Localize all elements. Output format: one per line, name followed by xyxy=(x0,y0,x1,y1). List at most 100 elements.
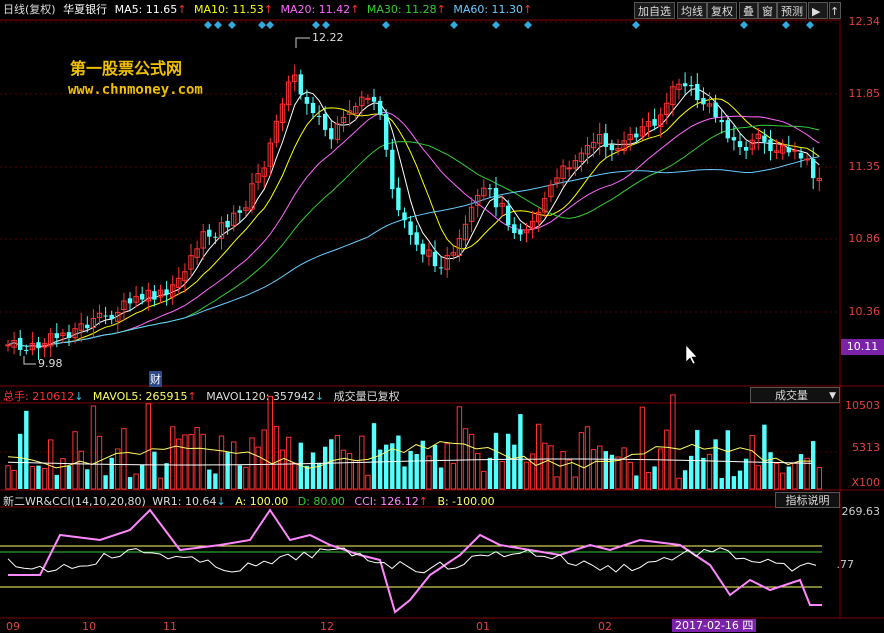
b-label: B: -100.00 xyxy=(437,495,495,508)
volume-unit: X100 xyxy=(851,476,880,489)
volume-bar xyxy=(225,452,230,489)
volume-adjusted-note: 成交量已复权 xyxy=(333,390,400,403)
candle-body xyxy=(811,158,816,179)
candle-body xyxy=(695,83,700,100)
volume-bar xyxy=(560,451,566,490)
current-price-badge: 10.11 xyxy=(841,339,884,355)
indicator-name[interactable]: 新二WR&CCI(14,10,20,80) xyxy=(3,495,146,508)
x-axis-label: 12 xyxy=(320,620,334,633)
candle-body xyxy=(743,147,749,151)
volume-bar xyxy=(72,431,78,490)
volume-bars xyxy=(5,394,822,490)
volume-bar xyxy=(188,433,194,490)
mavol5-arrow-icon: ↑ xyxy=(187,390,197,403)
volume-bar xyxy=(676,477,682,490)
volume-bar xyxy=(755,465,761,490)
volume-bar xyxy=(786,466,791,489)
candle-body xyxy=(127,298,133,304)
ma-line xyxy=(7,156,820,347)
candle-body xyxy=(609,144,615,151)
dropdown-arrow-icon: ▼ xyxy=(829,391,836,401)
candle-body xyxy=(725,120,730,139)
volume-bar xyxy=(85,469,90,489)
candle-body xyxy=(701,98,706,105)
candle-body xyxy=(384,113,389,150)
candle-body xyxy=(408,221,413,235)
candle-body xyxy=(316,115,322,117)
price-tick: 12.34 xyxy=(848,15,881,28)
volume-bar xyxy=(493,432,499,489)
volume-bar xyxy=(590,449,597,490)
price-tick: 11.85 xyxy=(848,87,881,100)
volume-bar xyxy=(365,474,371,490)
volume-bar xyxy=(816,467,822,490)
candle-body xyxy=(152,291,157,300)
low-marker-line xyxy=(23,356,36,365)
volume-bar xyxy=(706,453,713,490)
indicator-header: 新二WR&CCI(14,10,20,80) WR1: 10.64↓ A: 100… xyxy=(3,493,501,509)
volume-bar xyxy=(578,432,585,490)
high-price-label: 12.22 xyxy=(312,31,344,44)
cci-line xyxy=(8,508,822,614)
volume-bar xyxy=(329,439,334,489)
x-axis-label: 09 xyxy=(6,620,20,633)
candle-body xyxy=(603,133,608,147)
candle-body xyxy=(731,137,737,141)
indicator-help-button[interactable]: 指标说明 xyxy=(775,492,840,508)
signal-diamond-icon xyxy=(632,21,640,29)
volume-bar xyxy=(762,424,767,489)
volume-bar xyxy=(468,433,475,490)
candle-body xyxy=(66,332,72,338)
candle-body xyxy=(18,337,23,350)
a-label: A: 100.00 xyxy=(235,495,289,508)
signal-diamond-icon xyxy=(266,21,274,29)
signal-diamond-icon xyxy=(492,21,500,29)
kline-chart[interactable] xyxy=(0,0,884,632)
volume-bar xyxy=(152,451,157,489)
x-axis-label: 01 xyxy=(476,620,490,633)
volume-bar xyxy=(597,445,603,490)
candle-body xyxy=(438,267,444,269)
volume-bar xyxy=(371,423,377,489)
volume-bar xyxy=(48,439,54,490)
mavol120-arrow-icon: ↓ xyxy=(314,390,325,403)
candle-body xyxy=(682,83,688,87)
volume-bar xyxy=(487,457,493,489)
volume-bar xyxy=(402,466,407,489)
volume-bar xyxy=(542,442,548,490)
volume-bar xyxy=(334,434,341,490)
candle-body xyxy=(487,188,493,190)
mavol120-label: MAVOL120: 357942 xyxy=(206,390,315,403)
price-tick: 10.86 xyxy=(848,232,881,245)
volume-bar xyxy=(11,469,17,490)
candle-body xyxy=(85,324,90,329)
volume-bar xyxy=(140,464,145,489)
candle-body xyxy=(634,133,639,138)
volume-bar xyxy=(462,428,469,490)
candle-body xyxy=(432,251,438,267)
candlesticks xyxy=(5,64,822,361)
volume-bar xyxy=(408,450,413,489)
volume-bar xyxy=(78,450,84,490)
volume-select-value: 成交量 xyxy=(775,389,808,402)
candle-body xyxy=(310,102,316,114)
volume-tick: 10503 xyxy=(845,399,880,412)
candle-body xyxy=(512,224,517,233)
volume-tick: 5313 xyxy=(852,441,880,454)
volume-bar xyxy=(475,453,481,490)
candle-body xyxy=(719,119,724,123)
volume-bar xyxy=(103,475,108,489)
volume-bar xyxy=(18,433,23,489)
finance-event-badge[interactable]: 财 xyxy=(149,371,162,387)
candle-body xyxy=(329,128,334,140)
candle-body xyxy=(506,205,511,226)
volume-bar xyxy=(292,462,298,490)
candle-body xyxy=(804,158,810,161)
volume-indicator-select[interactable]: 成交量 ▼ xyxy=(750,387,840,403)
candle-body xyxy=(54,333,59,339)
volume-bar xyxy=(713,439,718,489)
candle-body xyxy=(213,236,218,238)
volume-bar xyxy=(811,441,816,489)
volume-bar xyxy=(231,441,237,490)
low-price-label: 9.98 xyxy=(38,357,63,370)
